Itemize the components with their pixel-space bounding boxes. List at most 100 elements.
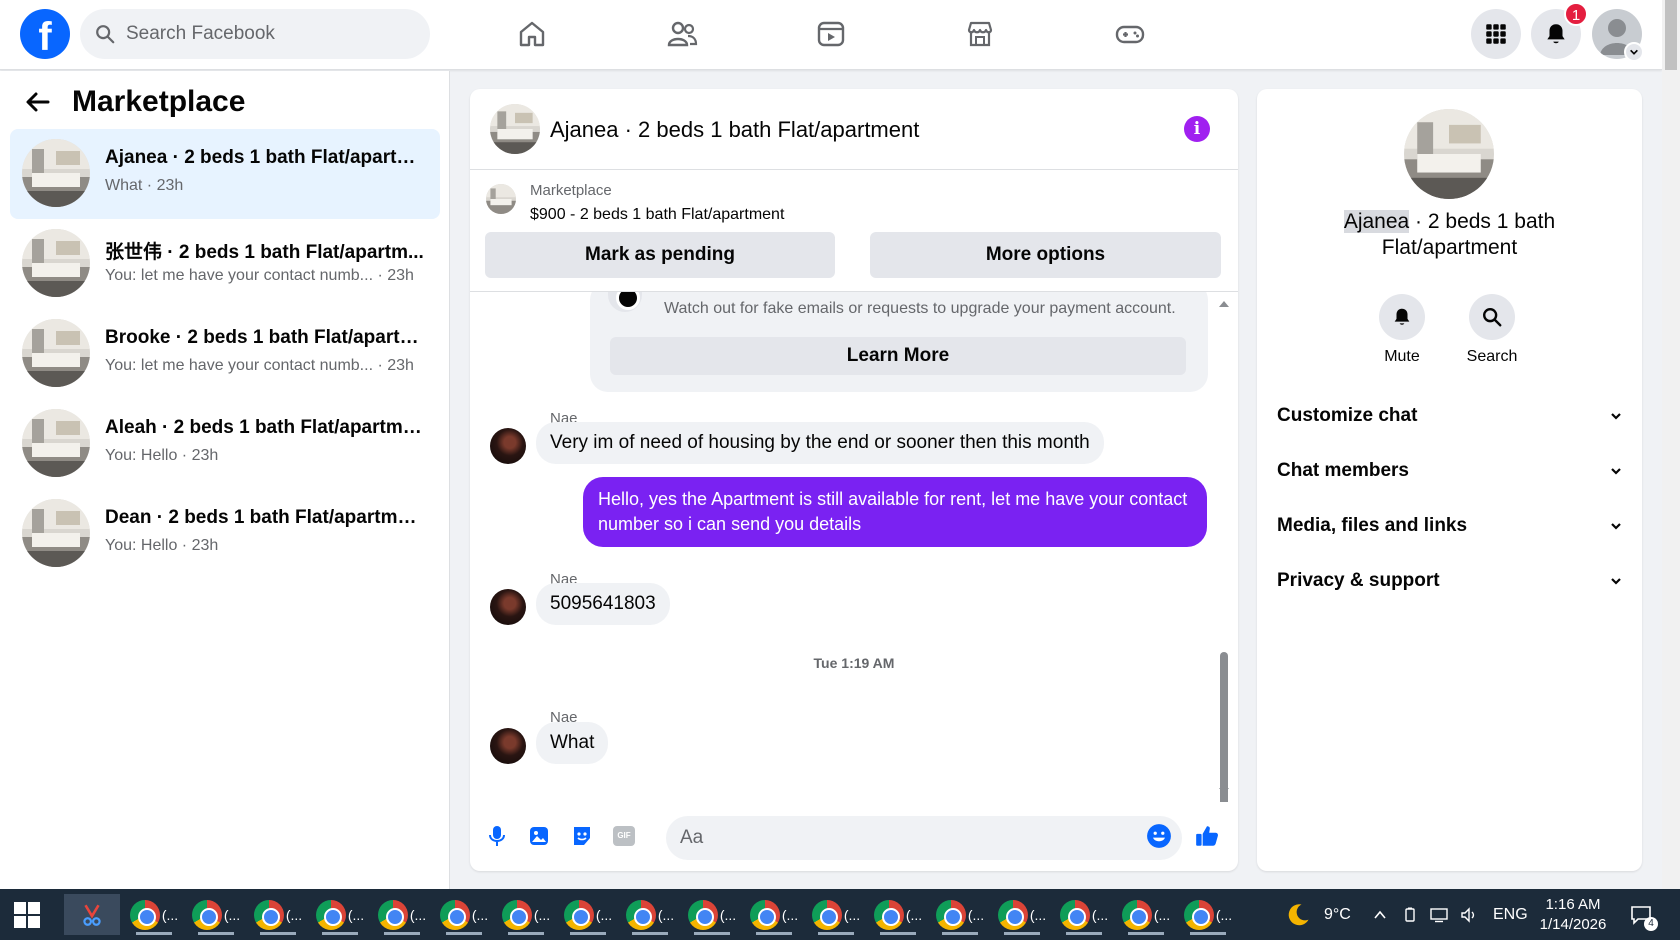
chrome-window-icon[interactable]: (... <box>622 894 678 935</box>
page-scrollbar-thumb[interactable] <box>1665 0 1677 70</box>
marketplace-store-icon[interactable] <box>960 14 1000 54</box>
notifications-count-badge: 1 <box>1564 2 1588 26</box>
chrome-window-icon[interactable]: (... <box>498 894 554 935</box>
search-facebook-field[interactable]: Search Facebook <box>80 9 430 59</box>
gif-icon[interactable]: GIF <box>611 823 637 849</box>
chevron-up-icon[interactable] <box>1372 889 1388 940</box>
sticker-icon[interactable] <box>569 823 595 849</box>
chat-header: Ajanea · 2 beds 1 bath Flat/apartment i <box>470 89 1238 170</box>
listing-thumbnail <box>22 139 90 207</box>
conversation-preview: You: Hello · 23h <box>105 447 219 464</box>
home-icon[interactable] <box>512 14 552 54</box>
watch-video-icon[interactable] <box>811 14 851 54</box>
volume-icon[interactable] <box>1460 889 1478 940</box>
action-center-icon[interactable]: 4 <box>1630 889 1658 940</box>
emoji-icon[interactable] <box>1146 823 1172 849</box>
conversation-preview: You: Hello · 23h <box>105 537 219 554</box>
friends-icon[interactable] <box>662 14 702 54</box>
conversation-title: Dean · 2 beds 1 bath Flat/apartment <box>105 507 425 528</box>
listing-thumbnail <box>22 229 90 297</box>
conversation-item[interactable]: Brooke · 2 beds 1 bath Flat/apartm... Yo… <box>10 309 440 399</box>
battery-icon[interactable] <box>1402 889 1418 940</box>
conversation-title: Aleah · 2 beds 1 bath Flat/apartment <box>105 417 425 438</box>
snipping-tool-icon[interactable] <box>64 894 120 935</box>
info-icon[interactable]: i <box>1184 116 1210 142</box>
back-arrow-icon[interactable] <box>22 86 54 118</box>
mute-label: Mute <box>1384 348 1420 365</box>
listing-thumbnail[interactable] <box>1404 109 1494 199</box>
chat-details-title: Ajanea · 2 beds 1 bath Flat/apartment <box>1277 209 1622 261</box>
section-label: Media, files and links <box>1277 515 1468 536</box>
marketplace-header: Marketplace <box>22 85 245 119</box>
weather-widget[interactable]: 9°C <box>1284 889 1351 940</box>
chevron-down-icon <box>1611 468 1621 475</box>
customize-chat-section[interactable]: Customize chat <box>1277 396 1622 436</box>
chevron-down-icon <box>1611 523 1621 530</box>
chrome-window-icon[interactable]: (... <box>870 894 926 935</box>
listing-thumbnail <box>22 499 90 567</box>
listing-thumbnail <box>22 409 90 477</box>
chrome-window-icon[interactable]: (... <box>1180 894 1236 935</box>
mark-as-pending-button[interactable]: Mark as pending <box>485 232 835 278</box>
page-title: Marketplace <box>72 85 246 118</box>
incoming-message: What <box>536 722 609 764</box>
media-files-links-section[interactable]: Media, files and links <box>1277 506 1622 546</box>
chevron-down-icon <box>1611 578 1621 585</box>
chat-members-section[interactable]: Chat members <box>1277 451 1622 491</box>
gaming-controller-icon[interactable] <box>1110 14 1150 54</box>
chrome-window-icon[interactable]: (... <box>312 894 368 935</box>
privacy-support-section[interactable]: Privacy & support <box>1277 561 1622 601</box>
top-navigation-bar: f Search Facebook 1 <box>0 0 1662 70</box>
message-scrollbar-thumb[interactable] <box>1220 652 1228 802</box>
chrome-window-icon[interactable]: (... <box>994 894 1050 935</box>
mute-button[interactable]: Mute <box>1367 294 1437 366</box>
more-options-button[interactable]: More options <box>870 232 1221 278</box>
chrome-window-icon[interactable]: (... <box>1118 894 1174 935</box>
search-conversation-button[interactable]: Search <box>1457 294 1527 366</box>
listing-price-title[interactable]: $900 - 2 beds 1 bath Flat/apartment <box>530 206 784 224</box>
system-clock[interactable]: 1:16 AM 1/14/2026 <box>1528 895 1618 935</box>
warning-text: Watch out for fake emails or requests to… <box>664 300 1176 317</box>
menu-grid-icon[interactable] <box>1471 9 1521 59</box>
message-timestamp: Tue 1:19 AM <box>813 655 895 671</box>
photo-icon[interactable] <box>526 823 552 849</box>
chrome-window-icon[interactable]: (... <box>188 894 244 935</box>
chrome-window-icon[interactable]: (... <box>250 894 306 935</box>
search-icon <box>1469 294 1515 340</box>
windows-start-icon[interactable] <box>14 902 40 928</box>
avatar[interactable] <box>490 728 526 764</box>
chrome-window-icon[interactable]: (... <box>436 894 492 935</box>
conversation-item[interactable]: 张世伟 · 2 beds 1 bath Flat/apartm... You: … <box>10 219 440 309</box>
chrome-window-icon[interactable]: (... <box>746 894 802 935</box>
conversation-preview: What · 23h <box>105 177 184 194</box>
message-input[interactable]: Aa <box>666 816 1182 860</box>
chrome-window-icon[interactable]: (... <box>1056 894 1112 935</box>
search-label: Search <box>1466 348 1518 365</box>
chrome-window-icon[interactable]: (... <box>808 894 864 935</box>
title-line2: Flat/apartment <box>1381 236 1518 259</box>
chrome-window-icon[interactable]: (... <box>684 894 740 935</box>
avatar[interactable] <box>490 428 526 464</box>
chrome-window-icon[interactable]: (... <box>932 894 988 935</box>
listing-thumbnail[interactable] <box>490 104 540 154</box>
thumbs-up-icon[interactable] <box>1194 823 1220 849</box>
scroll-up-arrow-icon[interactable] <box>1218 300 1230 308</box>
conversation-item[interactable]: Aleah · 2 beds 1 bath Flat/apartment You… <box>10 399 440 489</box>
chrome-window-icon[interactable]: (... <box>374 894 430 935</box>
conversation-item[interactable]: Dean · 2 beds 1 bath Flat/apartment You:… <box>10 489 440 579</box>
outgoing-message: Hello, yes the Apartment is still availa… <box>583 477 1207 547</box>
network-icon[interactable] <box>1430 889 1448 940</box>
conversation-item[interactable]: Ajanea · 2 beds 1 bath Flat/apartm... Wh… <box>10 129 440 219</box>
language-indicator[interactable]: ENG <box>1493 889 1528 940</box>
facebook-logo[interactable]: f <box>20 9 70 59</box>
chrome-window-icon[interactable]: (... <box>126 894 182 935</box>
avatar[interactable] <box>490 589 526 625</box>
message-list: Watch out for fake emails or requests to… <box>470 292 1238 802</box>
chat-title[interactable]: Ajanea · 2 beds 1 bath Flat/apartment <box>550 117 919 143</box>
chrome-window-icon[interactable]: (... <box>560 894 616 935</box>
section-label: Privacy & support <box>1277 570 1440 591</box>
chevron-down-icon[interactable] <box>1624 42 1644 62</box>
page-scrollbar[interactable] <box>1662 0 1680 889</box>
microphone-icon[interactable] <box>484 823 510 849</box>
learn-more-button[interactable]: Learn More <box>610 337 1186 375</box>
